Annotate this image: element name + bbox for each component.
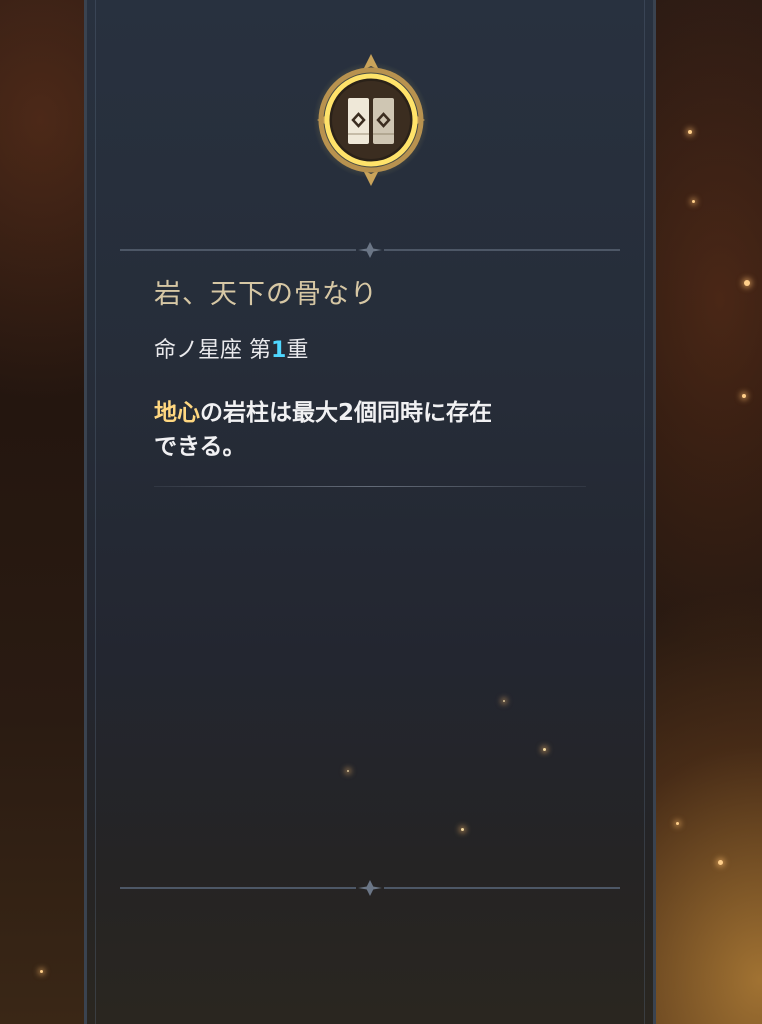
constellation-title: 岩、天下の骨なり	[154, 279, 378, 310]
background-sparkle	[676, 822, 679, 825]
background-sparkle	[688, 130, 692, 134]
panel-border-line	[95, 0, 96, 1024]
panel-sparkle	[503, 700, 505, 702]
ornament-divider	[120, 880, 620, 896]
background-sparkle	[692, 200, 695, 203]
description-text: の岩柱は最大2個同時に存在	[200, 400, 493, 426]
panel-sparkle	[347, 770, 349, 772]
background-sparkle	[718, 860, 723, 865]
description-text: できる。	[154, 434, 246, 460]
panel-sparkle	[543, 748, 546, 751]
background-sparkle	[40, 970, 43, 973]
constellation-level-number: 1	[271, 338, 287, 363]
panel-sparkle	[461, 828, 464, 831]
constellation-level: 命ノ星座 第1重	[154, 332, 308, 364]
background-sparkle	[742, 394, 746, 398]
background-sparkle	[744, 280, 750, 286]
geo-pillar-icon	[313, 54, 429, 186]
panel-border-line	[644, 0, 645, 1024]
constellation-level-prefix: 命ノ星座 第	[154, 338, 271, 363]
keyword-highlight: 地心	[154, 400, 200, 426]
constellation-description: 地心の岩柱は最大2個同時に存在できる。	[154, 396, 594, 464]
constellation-screen: 岩、天下の骨なり 命ノ星座 第1重 地心の岩柱は最大2個同時に存在できる。	[0, 0, 762, 1024]
constellation-level-suffix: 重	[286, 338, 309, 363]
ornament-divider	[120, 242, 620, 258]
description-separator	[154, 486, 586, 487]
